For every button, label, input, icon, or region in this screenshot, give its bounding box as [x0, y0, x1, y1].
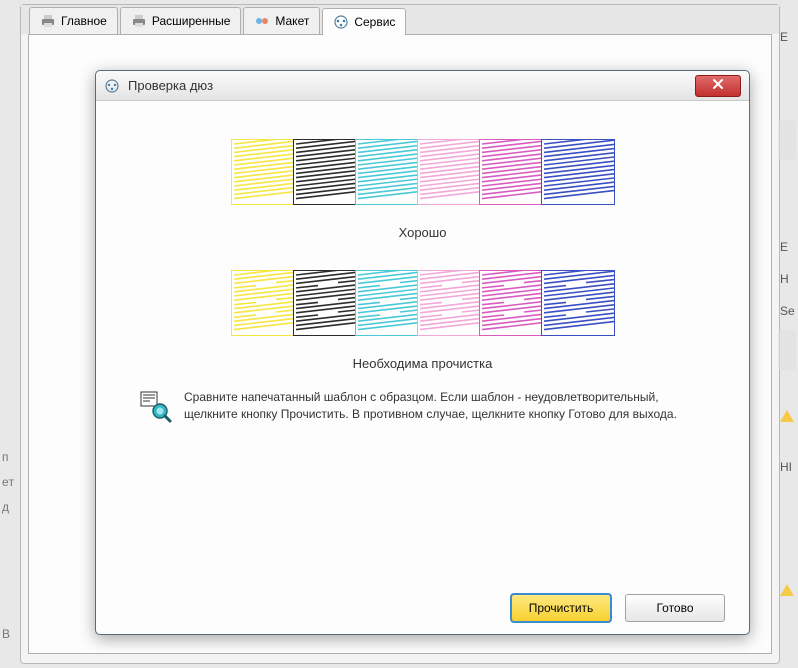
maintenance-icon [104, 78, 120, 94]
nozzle-swatch [541, 270, 615, 336]
printer-icon [131, 13, 147, 29]
nozzle-swatch [541, 139, 615, 205]
ghost-icon [778, 330, 796, 370]
instruction-text: Сравните напечатанный шаблон с образцом.… [184, 389, 707, 424]
truncated-right-text: E [780, 30, 798, 62]
dialog-title: Проверка дюз [128, 78, 687, 93]
button-label: Готово [656, 601, 693, 615]
warning-icon [780, 584, 794, 596]
bad-label: Необходима прочистка [353, 356, 493, 371]
done-button[interactable]: Готово [625, 594, 725, 622]
maintenance-icon [333, 14, 349, 30]
button-label: Прочистить [529, 601, 594, 615]
warning-icon [780, 410, 794, 422]
tab-label: Макет [275, 14, 309, 28]
tab-label: Главное [61, 14, 107, 28]
instruction-row: Сравните напечатанный шаблон с образцом.… [120, 389, 725, 424]
dialog-button-row: Прочистить Готово [120, 578, 725, 622]
tab-layout[interactable]: Макет [243, 7, 320, 34]
clean-button[interactable]: Прочистить [511, 594, 611, 622]
side-icon-column [778, 120, 798, 602]
truncated-left-bottom: B [2, 622, 10, 652]
close-button[interactable] [695, 75, 741, 97]
tab-service[interactable]: Сервис [322, 8, 406, 35]
ghost-icon [778, 120, 796, 160]
dialog-body: Хорошо Необходима прочистка Сравните нап… [96, 101, 749, 634]
tab-label: Сервис [354, 15, 395, 29]
tab-main[interactable]: Главное [29, 7, 118, 34]
layout-icon [254, 13, 270, 29]
tab-strip: Главное Расширенные Макет Сервис [21, 5, 779, 34]
tab-label: Расширенные [152, 14, 231, 28]
good-pattern-row [231, 139, 615, 205]
truncated-left-text: п eт д [2, 445, 14, 525]
nozzle-check-dialog: Проверка дюз Хорошо Необходима прочистка [95, 70, 750, 635]
dialog-titlebar: Проверка дюз [96, 71, 749, 101]
bad-pattern-row [231, 270, 615, 336]
tab-extended[interactable]: Расширенные [120, 7, 242, 34]
close-icon [712, 78, 724, 93]
good-label: Хорошо [399, 225, 447, 240]
printer-icon [40, 13, 56, 29]
inspect-pattern-icon [138, 389, 172, 423]
